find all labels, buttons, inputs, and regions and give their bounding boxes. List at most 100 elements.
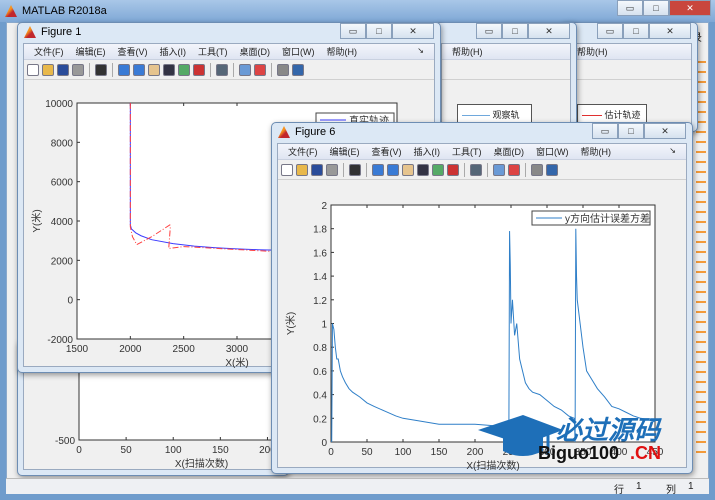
save-icon[interactable]	[57, 63, 69, 76]
maximize-button[interactable]: □	[618, 123, 644, 139]
x-tick-label: 3000	[226, 344, 249, 355]
open-folder-icon[interactable]	[296, 163, 308, 176]
minimize-button[interactable]: ▭	[592, 123, 618, 139]
axes-box	[330, 204, 656, 443]
menu-bar: 文件(F) 编辑(E) 查看(V) 插入(I) 工具(T) 桌面(D) 窗口(W) 帮助(H)…	[24, 44, 434, 60]
hide-tools-icon[interactable]	[531, 163, 543, 176]
maximize-button[interactable]: □	[502, 23, 528, 39]
status-bar: 行 1 列 1	[6, 478, 709, 496]
x-tick-label: 2500	[173, 344, 196, 355]
figure-toolbar	[278, 160, 686, 180]
menu-item[interactable]: 查看(V)	[366, 145, 408, 158]
menu-help[interactable]: 帮助(H)	[571, 45, 614, 58]
matlab-logo-icon	[24, 26, 36, 38]
menu-item[interactable]: 窗口(W)	[530, 145, 575, 158]
menu-item[interactable]: 工具(T)	[446, 145, 488, 158]
y-tick-label: 1.4	[313, 272, 327, 283]
menu-item[interactable]: 文件(F)	[28, 45, 70, 58]
y-tick-label: 1	[321, 320, 327, 331]
toolbar-separator	[343, 162, 344, 177]
main-minimize-button[interactable]: ▭	[617, 0, 643, 16]
menu-item[interactable]: 文件(F)	[282, 145, 324, 158]
dock-arrow-icon[interactable]: ↘	[663, 146, 682, 155]
show-tools-icon[interactable]	[292, 63, 304, 76]
window-title: Figure 1	[41, 26, 82, 38]
matlab-title-bar: MATLAB R2018a ▭ □ ✕	[0, 0, 715, 22]
data-cursor-icon[interactable]	[178, 63, 190, 76]
close-button[interactable]: ✕	[392, 23, 434, 39]
menu-item[interactable]: 编辑(E)	[324, 145, 366, 158]
y-tick-label: -500	[55, 436, 75, 447]
x-tick-label: 0	[76, 445, 82, 456]
close-button[interactable]: ✕	[649, 23, 691, 39]
menu-help[interactable]: 帮助(H)	[446, 45, 489, 58]
col-label: 列	[666, 485, 676, 496]
y-tick-label: 0.4	[313, 391, 327, 402]
close-button[interactable]: ✕	[644, 123, 686, 139]
menu-item[interactable]: 编辑(E)	[70, 45, 112, 58]
open-folder-icon[interactable]	[42, 63, 54, 76]
menu-item[interactable]: 桌面(D)	[488, 145, 531, 158]
y-tick-label: 1.6	[313, 248, 327, 259]
legend: 观察轨迹	[457, 104, 532, 133]
data-cursor-icon[interactable]	[432, 163, 444, 176]
zoom-out-icon[interactable]	[133, 63, 145, 76]
rotate-icon[interactable]	[417, 163, 429, 176]
zoom-in-icon[interactable]	[372, 163, 384, 176]
menu-item[interactable]: 插入(I)	[154, 45, 193, 58]
print-icon[interactable]	[326, 163, 338, 176]
rotate-icon[interactable]	[163, 63, 175, 76]
pointer-icon[interactable]	[349, 163, 361, 176]
maximize-button[interactable]: □	[623, 23, 649, 39]
pan-hand-icon[interactable]	[402, 163, 414, 176]
menu-bar: 文件(F) 编辑(E) 查看(V) 插入(I) 工具(T) 桌面(D) 窗口(W) 帮助(H)…	[278, 144, 686, 160]
y-tick-label: 4000	[51, 217, 74, 228]
close-button[interactable]: ✕	[528, 23, 570, 39]
y-tick-label: 1.8	[313, 225, 327, 236]
legend-icon[interactable]	[254, 63, 266, 76]
link-plot-icon[interactable]	[216, 63, 228, 76]
brush-icon[interactable]	[447, 163, 459, 176]
pointer-icon[interactable]	[95, 63, 107, 76]
new-file-icon[interactable]	[27, 63, 39, 76]
menu-item[interactable]: 帮助(H)	[575, 145, 618, 158]
y-tick-label: 0.6	[313, 367, 327, 378]
minimize-button[interactable]: ▭	[476, 23, 502, 39]
save-icon[interactable]	[311, 163, 323, 176]
new-file-icon[interactable]	[281, 163, 293, 176]
hide-tools-icon[interactable]	[277, 63, 289, 76]
y-axis-label: Y(米)	[30, 209, 43, 232]
toolbar-separator	[525, 162, 526, 177]
y-tick-label: -2000	[47, 335, 73, 346]
figure-window-back-2[interactable]: ▭ □ ✕ 帮助(H) 估计轨迹	[560, 22, 698, 132]
colorbar-icon[interactable]	[493, 163, 505, 176]
menu-item[interactable]: 桌面(D)	[234, 45, 277, 58]
y-tick-label: 0	[67, 296, 73, 307]
minimize-button[interactable]: ▭	[597, 23, 623, 39]
y-tick-label: 6000	[51, 178, 74, 189]
colorbar-icon[interactable]	[239, 63, 251, 76]
legend-label: y方向估计误差方差	[565, 212, 650, 225]
zoom-in-icon[interactable]	[118, 63, 130, 76]
x-axis-label: X(米)	[225, 356, 248, 369]
dock-arrow-icon[interactable]: ↘	[411, 46, 430, 55]
menu-item[interactable]: 插入(I)	[408, 145, 447, 158]
minimize-button[interactable]: ▭	[340, 23, 366, 39]
print-icon[interactable]	[72, 63, 84, 76]
show-tools-icon[interactable]	[546, 163, 558, 176]
maximize-button[interactable]: □	[366, 23, 392, 39]
pan-hand-icon[interactable]	[148, 63, 160, 76]
brush-icon[interactable]	[193, 63, 205, 76]
main-close-button[interactable]: ✕	[669, 0, 711, 16]
menu-item[interactable]: 工具(T)	[192, 45, 234, 58]
main-maximize-button[interactable]: □	[643, 0, 669, 16]
toolbar-separator	[271, 62, 272, 77]
legend-icon[interactable]	[508, 163, 520, 176]
zoom-out-icon[interactable]	[387, 163, 399, 176]
menu-item[interactable]: 查看(V)	[112, 45, 154, 58]
link-plot-icon[interactable]	[470, 163, 482, 176]
figure-toolbar	[24, 60, 434, 80]
figure-window-back-1[interactable]: ▭□✕ 帮助(H) 观察轨迹	[435, 22, 577, 133]
menu-item[interactable]: 帮助(H)	[321, 45, 364, 58]
menu-item[interactable]: 窗口(W)	[276, 45, 321, 58]
